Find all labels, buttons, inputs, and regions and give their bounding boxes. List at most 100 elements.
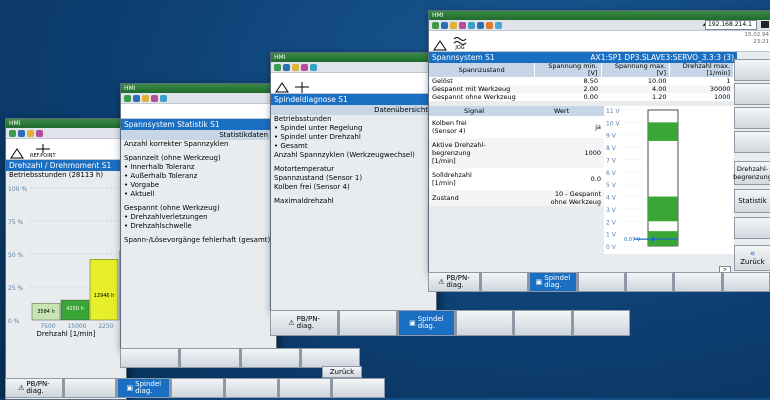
page-header: Drehzahl / Drehmoment S1: [6, 160, 126, 171]
crosshair-icon[interactable]: [295, 82, 309, 93]
ref-point-mode[interactable]: [10, 148, 24, 159]
zurueck-button-w2[interactable]: Zurück: [322, 366, 362, 378]
side-key-2[interactable]: [734, 83, 770, 105]
gauge-band: [648, 196, 678, 222]
signal-row: Kolben frei (Sensor 4) ja: [429, 116, 604, 138]
bar: [89, 259, 119, 321]
ip-address-field[interactable]: 192.168.214.1: [705, 20, 757, 30]
service-icon[interactable]: [160, 94, 167, 102]
toolbar: [271, 62, 436, 73]
softkey-blank-2[interactable]: [456, 310, 514, 336]
softkey-blank-1[interactable]: [339, 310, 397, 336]
gauge-tick-label: 5 V: [606, 182, 617, 189]
softkey-bar-w4: ⚠ PB/PN- diag. ▣ Spindel diag.: [428, 272, 770, 292]
list-item: Spann-/Lösevorgänge fehlerhaft (gesamt): [124, 236, 271, 244]
softkey-blank-d[interactable]: [300, 348, 360, 368]
gauge-tick-label: 4 V: [606, 195, 617, 202]
list-item: Spannzustand (Sensor 1): [274, 174, 363, 182]
spindel-diag-label: Spindel diag.: [135, 380, 162, 395]
signal-value: 1000: [584, 149, 601, 157]
home-icon[interactable]: [274, 63, 281, 71]
side-key-3[interactable]: [734, 107, 770, 129]
table-row: Gespannt mit Werkzeug 2.00 4.00 30000: [429, 85, 734, 93]
softkey-blank-3[interactable]: [625, 272, 674, 292]
pbpn-diag-label: PB/PN- diag.: [446, 274, 470, 289]
softkey-blank-5[interactable]: [332, 378, 385, 398]
softkey-blank-1[interactable]: [480, 272, 529, 292]
softkey-blank-a[interactable]: [120, 348, 180, 368]
tool-icon[interactable]: [450, 21, 457, 29]
x-tick-label: 2250: [98, 323, 113, 330]
tool-icon[interactable]: [292, 63, 299, 71]
signal-name: Zustand: [432, 194, 459, 202]
statistik-button[interactable]: Statistik: [734, 189, 770, 213]
side-key-4[interactable]: [734, 131, 770, 153]
help-icon[interactable]: [495, 21, 502, 29]
list-item: Kolben frei (Sensor 4): [274, 183, 350, 191]
x-tick-label: 7500: [40, 323, 55, 330]
program-icon[interactable]: [18, 129, 25, 137]
program-icon[interactable]: [133, 94, 140, 102]
diagnosis-icon[interactable]: [151, 94, 158, 102]
spindel-diag-button[interactable]: ▣ Spindel diag.: [117, 378, 171, 398]
softkey-blank-3[interactable]: [514, 310, 572, 336]
spindel-diag-button[interactable]: ▣ Spindel diag.: [397, 310, 456, 336]
tool-icon[interactable]: [27, 129, 34, 137]
window-spindeldiagnose: HMI Spindeldiagnose S1 Datenübersicht Be…: [270, 52, 437, 312]
pbpn-diag-button[interactable]: ⚠ PB/PN- diag.: [270, 310, 339, 336]
list-item: • Innerhalb Toleranz: [124, 163, 195, 171]
back-chevron-icon: «: [749, 249, 756, 259]
program-icon[interactable]: [283, 63, 290, 71]
diagnosis-icon[interactable]: [301, 63, 308, 71]
ref-point-mode-label-wrap[interactable]: REF.POINT: [30, 144, 56, 159]
softkey-blank-5[interactable]: [722, 272, 770, 292]
signal-table: Signal Wert Kolben frei (Sensor 4) ja Aktive…: [429, 106, 604, 206]
service-icon[interactable]: [468, 21, 475, 29]
setup-icon[interactable]: [486, 21, 493, 29]
spindel-icon: ▣: [409, 319, 416, 327]
ref-point-icon[interactable]: [433, 40, 447, 51]
table-cell: 8.50: [583, 77, 599, 85]
softkey-blank-c[interactable]: [240, 348, 300, 368]
signal-name: Kolben frei (Sensor 4): [432, 119, 467, 135]
diagnosis-icon[interactable]: [36, 129, 43, 137]
signal-value: 10 - Gespannt ohne Werkzeug: [550, 190, 601, 206]
list-item: Spannzeit (ohne Werkzeug): [124, 154, 221, 162]
pbpn-diag-button[interactable]: ⚠ PB/PN- diag.: [5, 378, 63, 398]
page-title: Spannsystem S1: [432, 53, 495, 62]
zurueck-button[interactable]: « Zurück: [734, 245, 770, 271]
softkey-blank-4[interactable]: [674, 272, 722, 292]
service-icon[interactable]: [310, 63, 317, 71]
drehzahlbegrenzung-button[interactable]: Drehzahl- begrenzung: [733, 161, 770, 185]
diagnosis-icon[interactable]: [459, 21, 466, 29]
softkey-blank-4[interactable]: [572, 310, 631, 336]
gauge-tick-label: 6 V: [606, 170, 617, 177]
jog-mode[interactable]: JOG: [453, 36, 467, 51]
softkey-blank-2[interactable]: [577, 272, 625, 292]
network-icon[interactable]: [477, 21, 484, 29]
signal-header: Signal: [429, 106, 520, 116]
side-key-7[interactable]: [734, 217, 770, 239]
side-key-1[interactable]: [734, 59, 770, 81]
softkey-blank-3[interactable]: [224, 378, 278, 398]
home-icon[interactable]: [9, 129, 16, 137]
table-cell: 10.00: [647, 77, 667, 85]
softkey-blank-1[interactable]: [63, 378, 117, 398]
softkey-blank-4[interactable]: [278, 378, 332, 398]
tool-icon[interactable]: [142, 94, 149, 102]
program-icon[interactable]: [441, 21, 448, 29]
toolbar: [121, 93, 276, 104]
pbpn-diag-button[interactable]: ⚠ PB/PN- diag.: [428, 272, 480, 292]
mode-bar: REF.POINT: [6, 139, 126, 160]
keyboard-icon[interactable]: [761, 21, 769, 28]
home-icon[interactable]: [432, 21, 439, 29]
spindel-diag-label: Spindel diag.: [544, 274, 571, 289]
softkey-blank-b[interactable]: [180, 348, 240, 368]
softkey-blank-2[interactable]: [171, 378, 224, 398]
spindel-diag-button[interactable]: ▣ Spindel diag.: [529, 272, 577, 292]
ref-point-icon[interactable]: [275, 82, 289, 93]
home-icon[interactable]: [124, 94, 131, 102]
list-item: • Drehzahlschwelle: [124, 222, 192, 230]
list-item: Gespannt (ohne Werkzeug): [124, 204, 220, 212]
ref-point-icon: [10, 148, 24, 159]
